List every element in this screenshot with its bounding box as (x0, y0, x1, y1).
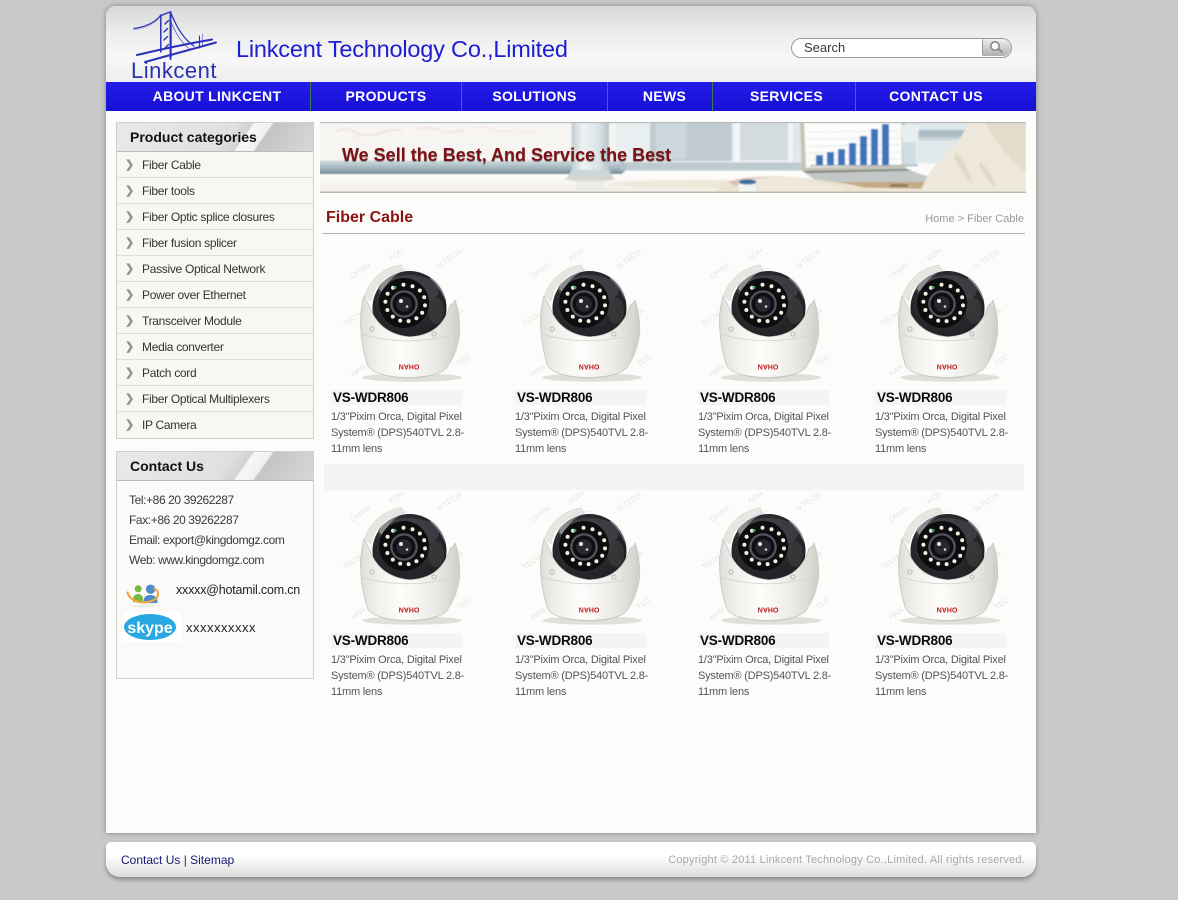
svg-text:skype: skype (127, 620, 172, 637)
